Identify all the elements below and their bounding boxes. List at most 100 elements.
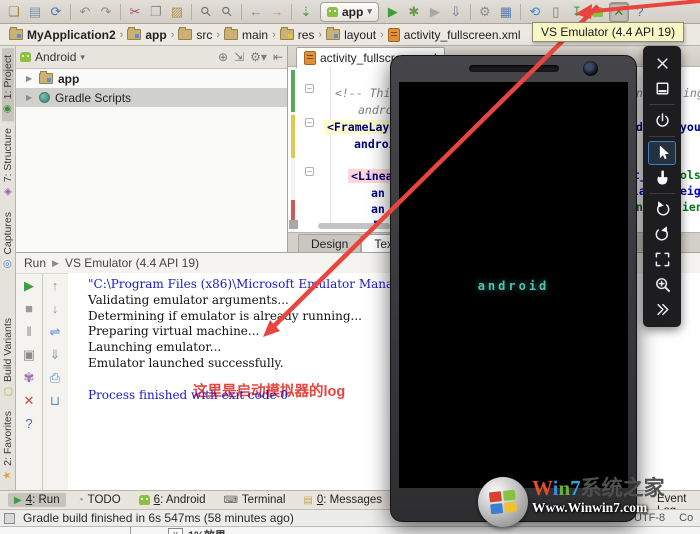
toolwindow-button-terminal[interactable]: ⌨Terminal <box>217 493 291 507</box>
down-stack-button[interactable]: ↓ <box>52 302 59 315</box>
redo-icon[interactable]: ↷ <box>96 2 116 22</box>
strip-item-captures[interactable]: ◎Captures <box>2 205 14 277</box>
breadcrumb-item[interactable]: activity_fullscreen.xml <box>385 28 524 42</box>
device-monitor-icon[interactable] <box>588 2 608 22</box>
tab-design[interactable]: Design <box>298 234 361 252</box>
find-icon[interactable]: ⚲ <box>196 2 216 22</box>
console-line: Preparing virtual machine... <box>88 324 259 338</box>
close-button[interactable]: ✕ <box>24 394 35 407</box>
scroll-end-button[interactable]: ⇓ <box>50 348 61 361</box>
breadcrumb-item[interactable]: main <box>221 28 271 42</box>
breadcrumb-item[interactable]: res <box>277 28 318 42</box>
gradle-sync-icon[interactable]: ⟲ <box>525 2 545 22</box>
run-config-combo[interactable]: app▾ <box>320 2 379 22</box>
fit-screen-icon[interactable] <box>648 248 676 272</box>
stop-button[interactable]: ■ <box>25 302 33 315</box>
collapse-all-icon[interactable]: ⇲ <box>234 50 244 64</box>
emulator-window[interactable]: android <box>390 55 637 522</box>
hand-icon[interactable] <box>648 166 676 190</box>
project-structure-icon[interactable]: ▦ <box>496 2 516 22</box>
rotate-right-icon[interactable] <box>648 223 676 247</box>
save-all-icon[interactable]: ▤ <box>25 2 45 22</box>
settings-icon[interactable]: ⚙ <box>475 2 495 22</box>
breadcrumb-item[interactable]: src <box>175 28 215 42</box>
tree-row[interactable]: ▶Gradle Scripts <box>16 88 287 107</box>
toolwindow-button-4--run[interactable]: ▶4: Run <box>8 493 66 507</box>
gear-icon[interactable]: ⚙▾ <box>250 50 267 64</box>
attach-debugger-icon[interactable]: ⇩ <box>446 2 466 22</box>
toolwindow-button-icon: ▶ <box>14 495 22 506</box>
strip-item----favorites[interactable]: ★2: Favorites <box>2 404 14 488</box>
strip-item-label: 2: Favorites <box>2 411 14 466</box>
up-stack-button[interactable]: ↑ <box>52 279 59 292</box>
gradle-icon <box>39 92 50 103</box>
copy-icon[interactable]: ❐ <box>146 2 166 22</box>
help-button[interactable]: ? <box>25 417 32 430</box>
expand-arrow-icon[interactable]: ▶ <box>26 74 34 83</box>
back-icon[interactable]: ← <box>246 2 266 22</box>
open-folder-icon[interactable]: ❏ <box>4 2 24 22</box>
sync-icon[interactable]: ⟳ <box>46 2 66 22</box>
print-button[interactable]: ⎙ <box>50 371 60 384</box>
run-config-label: app <box>342 5 363 19</box>
sdk-manager-icon[interactable]: ↧ <box>567 2 587 22</box>
horizontal-scrollbar[interactable] <box>318 223 390 229</box>
soft-wrap-button[interactable]: ⇌ <box>50 325 61 338</box>
paste-icon[interactable]: ▨ <box>167 2 187 22</box>
locate-icon[interactable]: ⊕ <box>218 50 228 64</box>
breadcrumb-separator: › <box>272 29 276 41</box>
breadcrumb-item[interactable]: app <box>124 28 169 42</box>
strip-item-build-variants[interactable]: ▢Build Variants <box>2 311 14 404</box>
fold-marker[interactable]: – <box>305 84 314 93</box>
power-icon[interactable] <box>648 109 676 133</box>
breadcrumb-label: app <box>145 28 166 42</box>
toolwindow-toggle-icon[interactable] <box>4 513 15 524</box>
compile-icon[interactable]: ⇣ <box>296 2 316 22</box>
context-indicator[interactable]: Co <box>679 512 693 524</box>
strip-item----project[interactable]: ◉1: Project <box>2 48 14 121</box>
breadcrumb-item[interactable]: MyApplication2 <box>6 28 119 42</box>
breadcrumb-item[interactable]: layout <box>323 28 379 42</box>
toolwindow-button-6--android[interactable]: 6: Android <box>133 493 212 507</box>
strip-item----structure[interactable]: ◈7: Structure <box>2 121 14 204</box>
close-icon[interactable] <box>648 52 676 76</box>
rerun-button[interactable]: ▶ <box>24 279 34 292</box>
clear-button[interactable]: ⊔ <box>50 394 60 407</box>
toolwindow-button-0--messages[interactable]: ▤0: Messages <box>297 493 388 507</box>
tree-row[interactable]: ▶app <box>16 69 287 88</box>
help-icon[interactable]: ? <box>630 2 650 22</box>
restore-layout-button[interactable]: ▣ <box>23 348 35 361</box>
breadcrumb-label: layout <box>344 28 376 42</box>
rotate-left-icon[interactable] <box>648 198 676 222</box>
coverage-icon[interactable]: ▶ <box>425 2 445 22</box>
minimize-icon[interactable] <box>648 77 676 101</box>
debug-icon[interactable]: ✱ <box>404 2 424 22</box>
emulator-screen[interactable]: android <box>399 82 628 488</box>
chevron-down-icon[interactable]: ▾ <box>80 52 85 63</box>
encoding-indicator[interactable]: UTF-8 <box>634 512 665 524</box>
project-view-selector[interactable]: Android <box>35 50 76 64</box>
replace-icon[interactable]: ⚲ <box>217 2 237 22</box>
expand-arrow-icon[interactable]: ▶ <box>26 93 34 102</box>
tooltip: VS Emulator (4.4 API 19) <box>532 22 684 42</box>
pause-button[interactable]: ‖ <box>26 325 31 338</box>
toolwindow-button-todo[interactable]: ◔TODO <box>72 493 127 507</box>
cut-icon[interactable]: ✂ <box>125 2 145 22</box>
more-icon[interactable] <box>648 298 676 322</box>
pin-button[interactable]: ✾ <box>24 371 35 384</box>
cursor-icon[interactable] <box>648 141 676 165</box>
fold-marker[interactable]: – <box>305 167 314 176</box>
undo-icon[interactable]: ↶ <box>75 2 95 22</box>
run-icon[interactable]: ▶ <box>383 2 403 22</box>
dropdown-arrow-icon: ∨ <box>168 528 183 534</box>
code-text: ing <box>683 86 700 100</box>
hide-panel-icon[interactable]: ⇤ <box>273 50 283 64</box>
zoom-icon[interactable] <box>648 273 676 297</box>
android-robot-icon <box>20 52 31 62</box>
forward-icon[interactable]: → <box>267 2 287 22</box>
project-panel: Android ▾ ⊕ ⇲ ⚙▾ ⇤ ▶app▶Gradle Scripts <box>16 46 288 252</box>
change-marker <box>291 70 295 112</box>
fold-marker[interactable]: – <box>305 118 314 127</box>
avd-manager-icon[interactable]: ▯ <box>546 2 566 22</box>
vs-emulator-icon[interactable]: ✕ <box>609 2 629 22</box>
